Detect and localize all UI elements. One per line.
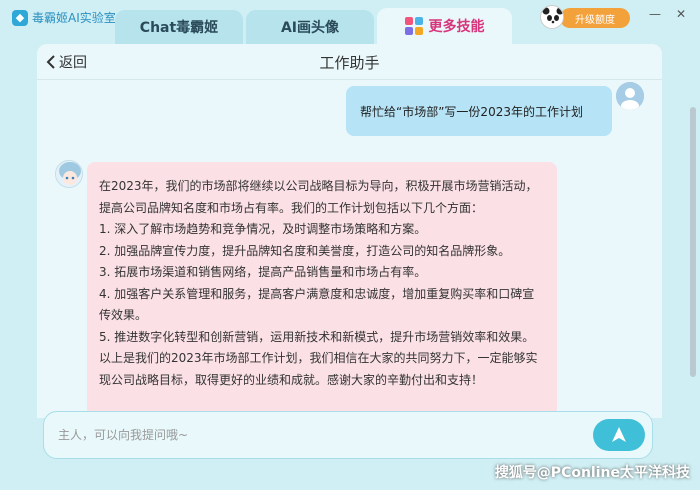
watermark: 搜狐号@PConline太平洋科技 <box>494 465 690 481</box>
tab-more-label: 更多技能 <box>428 19 485 35</box>
brand-name: 毒霸姬AI实验室 <box>32 11 116 25</box>
send-button[interactable] <box>593 419 645 451</box>
grid-icon <box>404 17 423 35</box>
bot-avatar <box>55 160 83 188</box>
user-message: 帮忙给“市场部”写一份2023年的工作计划 <box>346 86 612 136</box>
bot-paragraph: 2. 加强品牌宣传力度，提升品牌知名度和美誉度，打造公司的知名品牌形象。 <box>99 243 511 258</box>
chat-panel: 返回 工作助手 帮忙给“市场部”写一份2023年的工作计划 在2023年，我们的… <box>37 44 662 418</box>
send-icon <box>612 427 626 442</box>
bot-paragraph: 1. 深入了解市场趋势和竞争情况，及时调整市场策略和方案。 <box>99 222 427 236</box>
bot-paragraph: 4. 加强客户关系管理和服务，提高客户满意度和忠诚度，增加重复购买率和口碑宣传效… <box>99 286 535 323</box>
brand: ◆ 毒霸姬AI实验室 <box>12 9 116 26</box>
page-title: 工作助手 <box>319 54 380 72</box>
panel-header: 返回 工作助手 <box>37 44 662 80</box>
input-bar <box>43 411 653 459</box>
question-input[interactable] <box>58 424 558 446</box>
bot-paragraph: 5. 推进数字化转型和创新营销，运用新技术和新模式，提升市场营销效率和效果。 <box>99 329 535 344</box>
tab-more-skills[interactable]: 更多技能 <box>377 8 512 44</box>
bot-paragraph: 3. 拓展市场渠道和销售网络，提高产品销售量和市场占有率。 <box>99 265 427 279</box>
message-list[interactable]: 帮忙给“市场部”写一份2023年的工作计划 在2023年，我们的市场部将继续以公… <box>37 80 662 418</box>
bot-paragraph: 在2023年，我们的市场部将继续以公司战略目标为导向，积极开展市场营销活动，提高… <box>99 179 538 215</box>
minimize-icon[interactable]: — <box>647 6 663 22</box>
tab-chat[interactable]: Chat毒霸姬 <box>115 10 243 44</box>
upgrade-button[interactable]: 升级额度 <box>560 8 630 28</box>
tab-ai-avatar[interactable]: AI画头像 <box>246 10 374 44</box>
brand-logo-icon: ◆ <box>12 9 28 26</box>
bot-paragraph: 以上是我们的2023年市场部工作计划，我们相信在大家的共同努力下，一定能够实现公… <box>99 351 538 387</box>
bot-message: 在2023年，我们的市场部将继续以公司战略目标为导向，积极开展市场营销活动，提高… <box>87 162 557 418</box>
close-icon[interactable]: ✕ <box>673 6 689 22</box>
scrollbar[interactable] <box>690 107 696 377</box>
user-avatar <box>616 82 644 110</box>
panda-avatar[interactable] <box>540 5 564 29</box>
top-bar: ◆ 毒霸姬AI实验室 Chat毒霸姬 AI画头像 更多技能 升级额度 — ✕ <box>0 0 700 44</box>
